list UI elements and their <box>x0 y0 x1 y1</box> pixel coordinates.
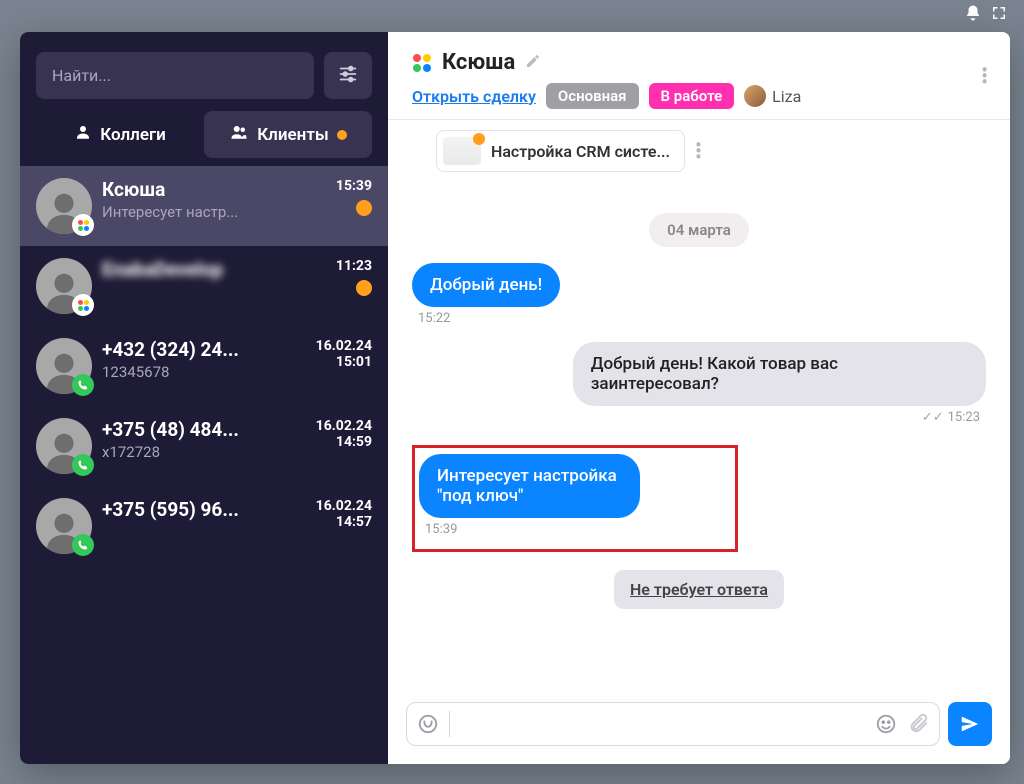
conversation-title: +375 (48) 484... <box>102 418 306 441</box>
sidebar: Коллеги Клиенты Ксюша Интересует настр...… <box>20 32 388 764</box>
conversation-subtitle: x172728 <box>102 443 306 461</box>
filter-button[interactable] <box>324 52 372 99</box>
conversation-item[interactable]: +375 (595) 96... 16.02.2414:57 <box>20 486 388 566</box>
pencil-icon[interactable] <box>525 53 541 73</box>
conversation-time: 16.02.2414:57 <box>316 498 372 530</box>
message-row: Интересует настройка "под ключ" 15:39 <box>412 441 986 564</box>
emoji-icon[interactable] <box>875 713 897 735</box>
assignee-name: Liza <box>772 87 801 106</box>
conversation-item[interactable]: +375 (48) 484... x172728 16.02.2414:59 <box>20 406 388 486</box>
conversation-title: EnabaDevelop <box>102 258 326 281</box>
assignee[interactable]: Liza <box>744 85 801 107</box>
conversation-item[interactable]: +432 (324) 24... 12345678 16.02.2415:01 <box>20 326 388 406</box>
message-time: 15:39 <box>425 522 719 537</box>
sliders-icon <box>337 63 359 89</box>
avatar <box>36 338 92 394</box>
no-reply-button[interactable]: Не требует ответа <box>614 570 784 609</box>
card-more-icon[interactable]: ••• <box>695 142 704 160</box>
more-menu-icon[interactable]: ••• <box>981 67 990 85</box>
chat-pane: Ксюша Открыть сделку Основная В работе L… <box>388 32 1010 764</box>
message-list: 04 марта Добрый день! 15:22 Добрый день! К… <box>388 186 1010 687</box>
deal-thumb-icon <box>443 137 481 165</box>
separator <box>449 711 450 737</box>
conversation-time: 15:39 <box>336 178 372 194</box>
conversation-subtitle: Интересует настр... <box>102 203 326 221</box>
avatar <box>36 178 92 234</box>
phone-badge-icon <box>72 534 94 556</box>
chat-contact-name: Ксюша <box>442 50 515 75</box>
conversation-subtitle: 12345678 <box>102 363 306 381</box>
tab-label: Коллеги <box>100 125 166 145</box>
avatar <box>744 85 766 107</box>
unread-dot-icon <box>356 200 372 216</box>
chat-header: Ксюша Открыть сделку Основная В работе L… <box>388 32 1010 120</box>
conversation-title: +375 (595) 96... <box>102 498 306 521</box>
tab-clients[interactable]: Клиенты <box>204 111 372 158</box>
channel-icon <box>412 53 432 73</box>
conversation-item[interactable]: Ксюша Интересует настр... 15:39 <box>20 166 388 246</box>
phone-badge-icon <box>72 374 94 396</box>
date-separator: 04 марта <box>649 213 749 247</box>
message-time: ✓✓15:23 <box>922 410 980 425</box>
users-icon <box>229 123 249 146</box>
conversation-list: Ксюша Интересует настр... 15:39 EnabaDevelo… <box>20 166 388 764</box>
unread-dot-icon <box>356 280 372 296</box>
message-bubble: Добрый день! Какой товар вас заинтересов… <box>573 342 986 406</box>
conversation-time: 16.02.2415:01 <box>316 338 372 370</box>
bell-icon[interactable] <box>964 4 982 26</box>
composer-box[interactable] <box>406 702 940 746</box>
search-input[interactable] <box>36 52 314 99</box>
open-deal-link[interactable]: Открыть сделку <box>412 87 536 106</box>
message-row: Добрый день! 15:22 <box>412 263 986 336</box>
phone-badge-icon <box>72 454 94 476</box>
attach-icon[interactable] <box>907 713 929 735</box>
conversation-item[interactable]: EnabaDevelop 11:23 <box>20 246 388 326</box>
linked-deal-card[interactable]: Настройка CRM систе... <box>436 130 685 172</box>
message-bubble: Добрый день! <box>412 263 560 307</box>
message-row: Добрый день! Какой товар вас заинтересов… <box>412 342 986 435</box>
pipeline-pill[interactable]: Основная <box>546 83 639 109</box>
chat-window: Коллеги Клиенты Ксюша Интересует настр...… <box>20 32 1010 764</box>
tab-colleagues[interactable]: Коллеги <box>36 111 204 158</box>
avatar <box>36 418 92 474</box>
message-time: 15:22 <box>418 311 450 326</box>
status-pill[interactable]: В работе <box>649 83 735 109</box>
highlight-box: Интересует настройка "под ключ" 15:39 <box>412 445 738 552</box>
avatar <box>36 498 92 554</box>
tab-label: Клиенты <box>257 125 329 145</box>
channel-badge-icon <box>72 214 94 236</box>
message-input[interactable] <box>460 711 865 737</box>
user-icon <box>74 123 92 146</box>
conversation-time: 11:23 <box>336 258 372 274</box>
message-bubble: Интересует настройка "под ключ" <box>419 454 640 518</box>
composer <box>388 687 1010 764</box>
unread-dot-icon <box>337 130 347 140</box>
deal-card-title: Настройка CRM систе... <box>491 142 670 161</box>
template-icon[interactable] <box>417 713 439 735</box>
conversation-time: 16.02.2414:59 <box>316 418 372 450</box>
expand-icon[interactable] <box>990 4 1008 26</box>
conversation-title: Ксюша <box>102 178 326 201</box>
channel-badge-icon <box>72 294 94 316</box>
conversation-title: +432 (324) 24... <box>102 338 306 361</box>
send-button[interactable] <box>948 702 992 746</box>
avatar <box>36 258 92 314</box>
